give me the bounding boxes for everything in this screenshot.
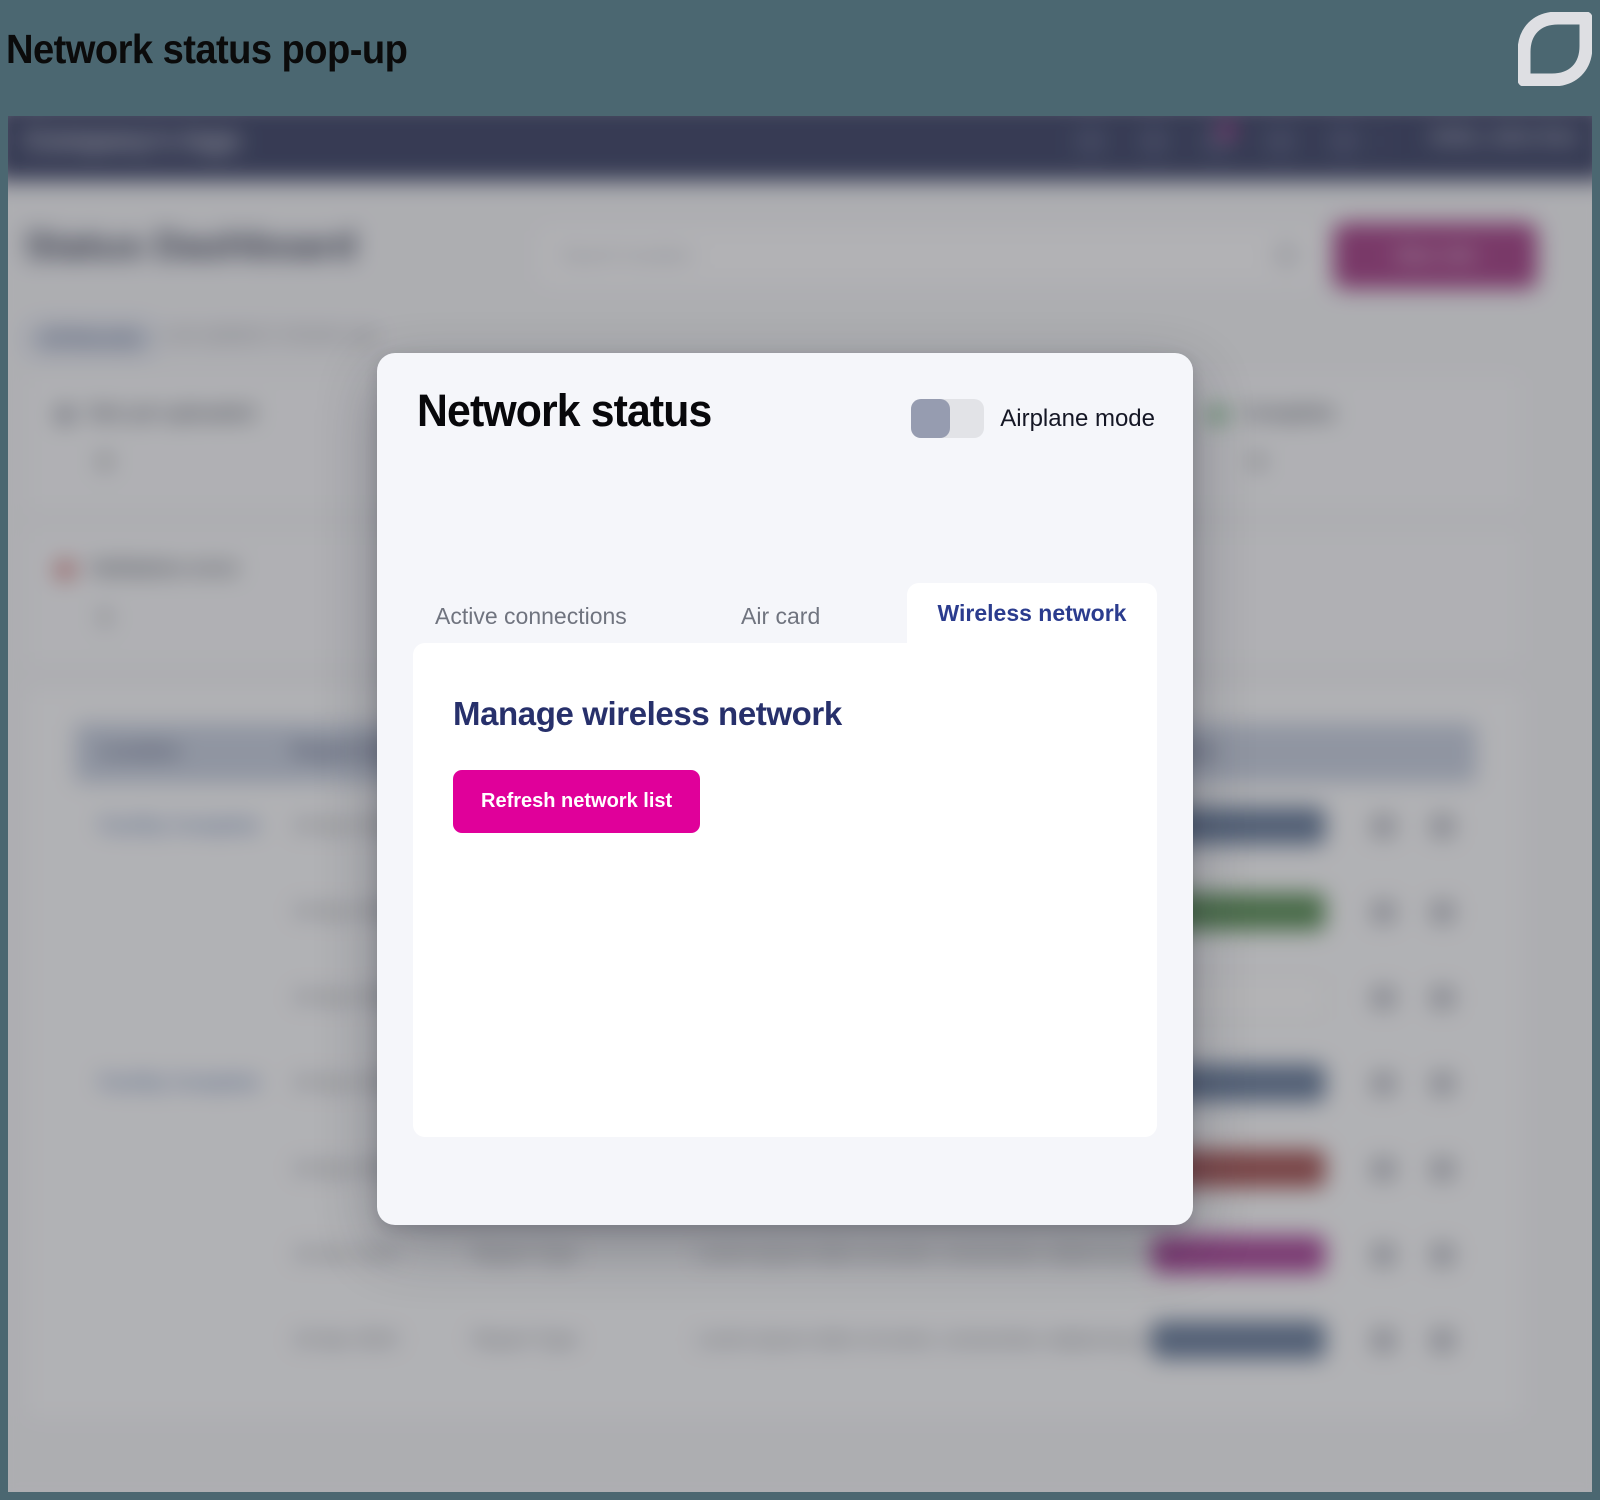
topbar-divider — [1379, 124, 1382, 159]
refresh-network-list-button[interactable]: Refresh network list — [453, 770, 701, 833]
card-value: 0 — [99, 451, 111, 474]
more-icon[interactable] — [1431, 1243, 1454, 1267]
cell-description: Lorem ipsum dolor sit amet, consectetur … — [696, 1329, 1164, 1351]
edit-icon[interactable] — [1372, 986, 1395, 1010]
airplane-mode-label: Airplane mode — [1000, 404, 1155, 432]
edit-icon[interactable] — [1372, 900, 1395, 924]
more-icon[interactable] — [1431, 1329, 1454, 1352]
edit-icon[interactable] — [1372, 1329, 1395, 1352]
cell-location: Facility Complete — [99, 815, 260, 837]
more-icon[interactable] — [1431, 986, 1454, 1010]
search-input[interactable]: Search location — [535, 224, 1322, 288]
status-dot — [56, 406, 74, 424]
annotation-caption-band: Network status pop-up — [0, 0, 1600, 116]
cell-type: Report Type — [472, 1243, 578, 1266]
network-status-modal: Network status Airplane mode Active conn… — [377, 353, 1193, 1225]
column-header: Location — [99, 740, 181, 763]
filter-note: Last updated 2 minutes ago — [163, 324, 378, 344]
more-icon[interactable] — [1431, 900, 1454, 924]
cell-date: 10 Apr 2024 — [293, 1243, 398, 1266]
edit-icon[interactable] — [1372, 815, 1395, 838]
app-topbar: Company's logo Hello, John Doe — [8, 116, 1592, 181]
edit-icon[interactable] — [1372, 1072, 1395, 1095]
grid-icon[interactable] — [1329, 126, 1358, 156]
tab-wireless-network[interactable]: Wireless network — [907, 583, 1157, 643]
card-value: 0 — [1251, 451, 1264, 474]
alert-icon[interactable] — [1202, 122, 1235, 156]
search-icon — [1275, 244, 1298, 267]
topbar-icon-group — [1076, 122, 1358, 156]
card-heading: Not yet uploaded — [89, 402, 255, 425]
tab-air-card[interactable]: Air card — [719, 589, 842, 643]
page-title: Network status pop-up — [6, 26, 408, 72]
status-badge — [1151, 1321, 1326, 1359]
table-row[interactable]: 10 Apr 2024 Report Type Lorem ipsum dolo… — [75, 1307, 1476, 1393]
app-screenshot-viewport: Company's logo Hello, John Doe Status Da… — [8, 116, 1592, 1492]
new-job-button[interactable]: New Job — [1333, 222, 1538, 289]
edit-icon[interactable] — [1372, 1157, 1395, 1181]
card-value: 1 — [99, 606, 111, 629]
modal-tab-bar: Active connections Air card Wireless net… — [413, 583, 1157, 643]
help-icon[interactable] — [1266, 126, 1295, 156]
modal-title: Network status — [417, 385, 712, 436]
cell-description: Lorem ipsum dolor sit amet, consectetur … — [696, 1243, 1164, 1266]
notification-badge — [1219, 122, 1235, 138]
more-icon[interactable] — [1431, 1072, 1454, 1095]
card-heading: Complete — [1241, 402, 1335, 425]
panel-heading: Manage wireless network — [453, 695, 842, 732]
more-icon[interactable] — [1431, 815, 1454, 838]
chat-icon[interactable] — [1076, 126, 1105, 156]
cell-date: 10 Apr 2024 — [293, 1329, 398, 1351]
bell-icon[interactable] — [1139, 126, 1169, 156]
status-dot — [1209, 406, 1227, 424]
new-job-button-label: New Job — [1395, 244, 1476, 266]
status-dot — [56, 561, 74, 579]
filter-pill[interactable]: All Records — [24, 321, 158, 357]
table-row[interactable]: 10 Apr 2024 Report Type Lorem ipsum dolo… — [75, 1221, 1476, 1307]
airplane-mode-toggle[interactable] — [911, 399, 985, 438]
app-logo: Company's logo — [24, 124, 241, 156]
wireless-network-panel: Manage wireless network Refresh network … — [413, 643, 1157, 1137]
airplane-mode-control: Airplane mode — [911, 399, 1155, 438]
leaf-brand-logo — [1518, 12, 1592, 86]
card-heading: Validation error — [89, 557, 239, 580]
cell-type: Report Type — [472, 1329, 578, 1351]
search-placeholder: Search location — [559, 245, 693, 267]
user-greeting[interactable]: Hello, John Doe — [1431, 127, 1577, 149]
tab-active-connections[interactable]: Active connections — [413, 589, 649, 643]
page-root: Network status pop-up Company's logo Hel… — [0, 0, 1600, 1500]
cell-location: Facility Complete — [99, 1072, 260, 1094]
status-badge — [1151, 1235, 1326, 1274]
app-page-title: Status Dashboard — [24, 224, 357, 268]
more-icon[interactable] — [1431, 1157, 1454, 1181]
edit-icon[interactable] — [1372, 1243, 1395, 1267]
toggle-knob — [911, 399, 951, 438]
